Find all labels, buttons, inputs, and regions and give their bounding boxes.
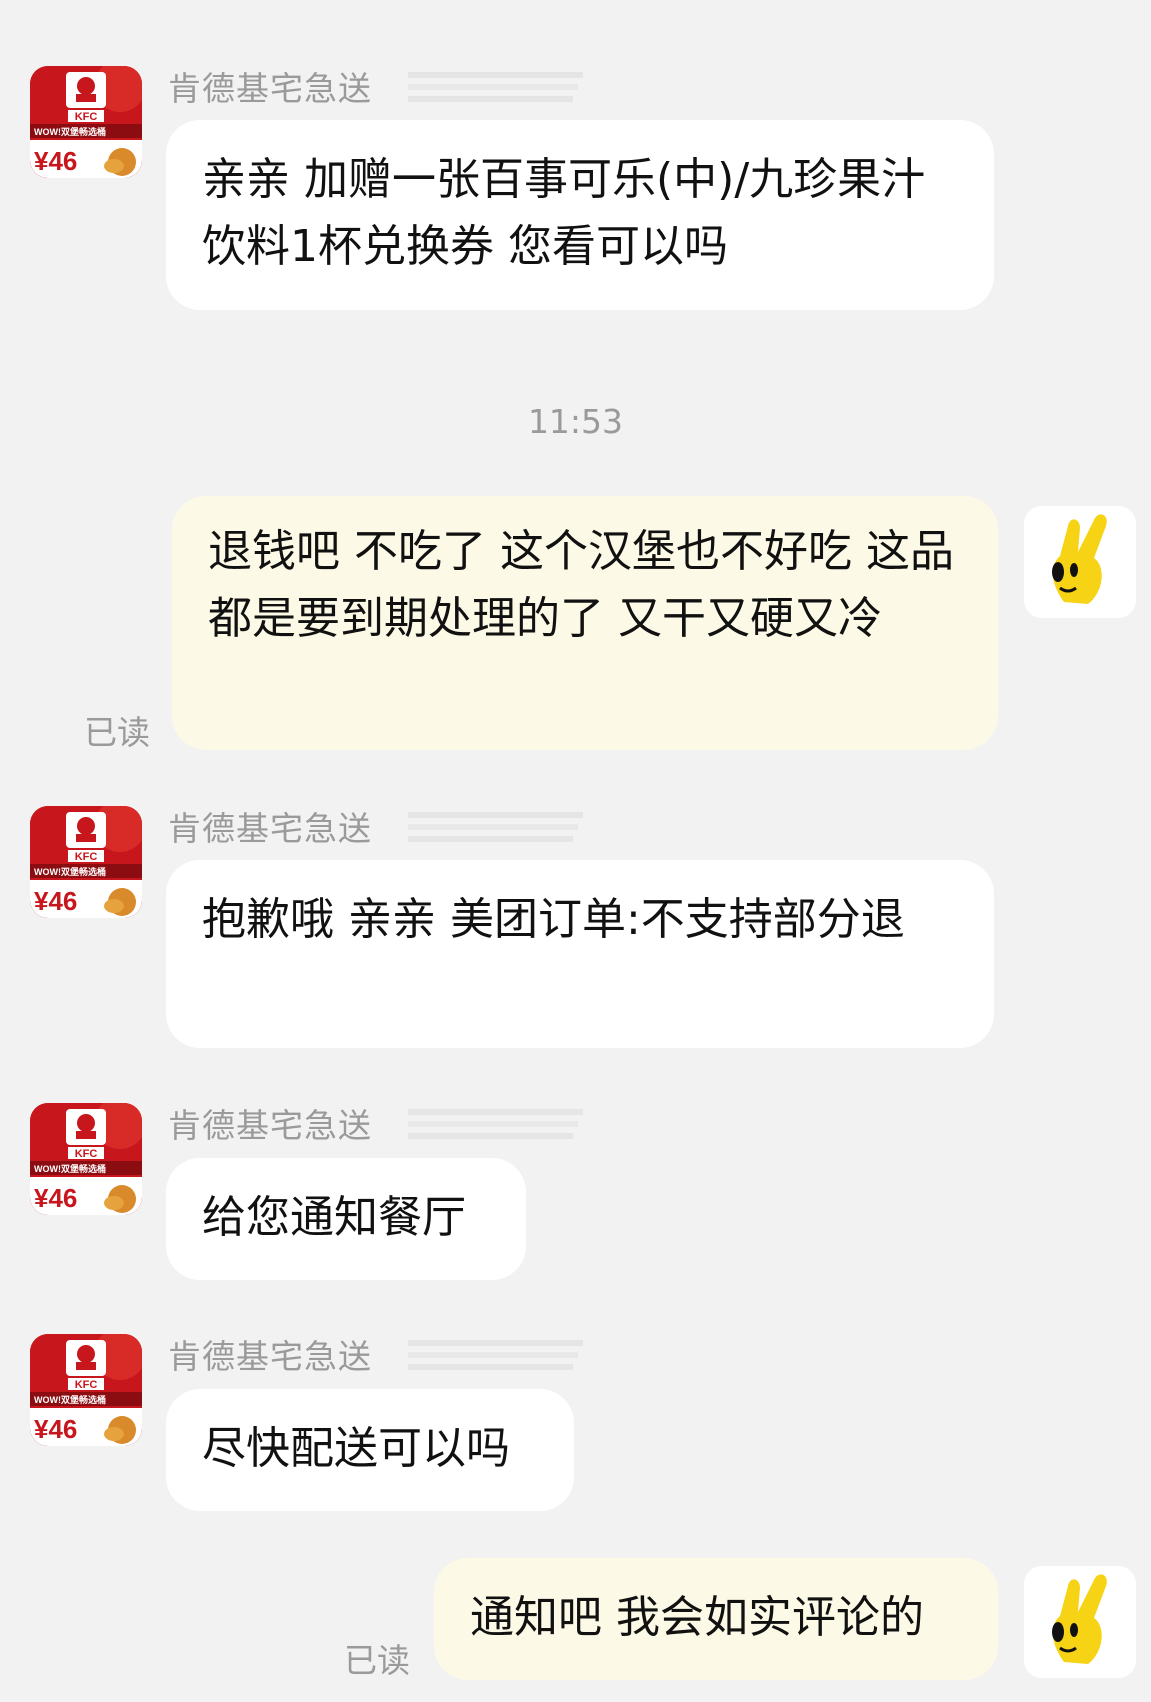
kfc-logo-icon: KFC WOW!双堡畅选桶 ¥46 — [30, 806, 142, 918]
svg-text:¥46: ¥46 — [34, 1414, 77, 1444]
shop-tag-icon — [408, 1109, 583, 1139]
kfc-logo-icon: KFC WOW!双堡畅选桶 ¥46 — [30, 1103, 142, 1215]
svg-text:WOW!双堡畅选桶: WOW!双堡畅选桶 — [34, 866, 106, 877]
svg-text:WOW!双堡畅选桶: WOW!双堡畅选桶 — [34, 1394, 106, 1405]
user-avatar[interactable] — [1024, 506, 1136, 618]
yellow-hand-victory-icon — [1024, 1566, 1136, 1678]
kfc-avatar[interactable]: KFC WOW!双堡畅选桶 ¥46 — [30, 66, 142, 178]
message-text: 亲亲 加赠一张百事可乐(中)/九珍果汁饮料1杯兑换券 您看可以吗 — [202, 154, 926, 272]
timestamp: 11:53 — [527, 402, 624, 441]
kfc-logo-icon: KFC WOW!双堡畅选桶 ¥46 — [30, 66, 142, 178]
message-bubble: 尽快配送可以吗 — [166, 1389, 574, 1511]
svg-text:KFC: KFC — [75, 1379, 98, 1391]
message-bubble-outgoing: 退钱吧 不吃了 这个汉堡也不好吃 这品都是要到期处理的了 又干又硬又冷 — [172, 496, 998, 750]
kfc-avatar[interactable]: KFC WOW!双堡畅选桶 ¥46 — [30, 1334, 142, 1446]
message-text: 尽快配送可以吗 — [202, 1423, 510, 1474]
message-text: 给您通知餐厅 — [202, 1192, 466, 1243]
message-bubble: 抱歉哦 亲亲 美团订单:不支持部分退 — [166, 860, 994, 1048]
message-bubble: 给您通知餐厅 — [166, 1158, 526, 1280]
svg-text:WOW!双堡畅选桶: WOW!双堡畅选桶 — [34, 126, 106, 137]
svg-text:KFC: KFC — [75, 1148, 98, 1160]
sender-name: 肯德基宅急送 — [168, 809, 372, 848]
svg-text:¥46: ¥46 — [34, 886, 77, 916]
message-bubble-outgoing: 通知吧 我会如实评论的 — [434, 1558, 998, 1680]
svg-text:WOW!双堡畅选桶: WOW!双堡畅选桶 — [34, 1163, 106, 1174]
svg-text:¥46: ¥46 — [34, 146, 77, 176]
user-avatar[interactable] — [1024, 1566, 1136, 1678]
message-text: 抱歉哦 亲亲 美团订单:不支持部分退 — [202, 894, 905, 945]
sender-name: 肯德基宅急送 — [168, 1106, 372, 1145]
yellow-hand-victory-icon — [1024, 506, 1136, 618]
kfc-logo-icon: KFC WOW!双堡畅选桶 ¥46 — [30, 1334, 142, 1446]
svg-text:KFC: KFC — [75, 111, 98, 123]
svg-text:¥46: ¥46 — [34, 1183, 77, 1213]
shop-tag-icon — [408, 1340, 583, 1370]
shop-tag-icon — [408, 72, 583, 102]
kfc-avatar[interactable]: KFC WOW!双堡畅选桶 ¥46 — [30, 806, 142, 918]
shop-tag-icon — [408, 812, 583, 842]
sender-name: 肯德基宅急送 — [168, 69, 372, 108]
read-receipt: 已读 — [344, 1641, 410, 1680]
svg-text:KFC: KFC — [75, 851, 98, 863]
kfc-avatar[interactable]: KFC WOW!双堡畅选桶 ¥46 — [30, 1103, 142, 1215]
message-bubble: 亲亲 加赠一张百事可乐(中)/九珍果汁饮料1杯兑换券 您看可以吗 — [166, 120, 994, 310]
sender-name: 肯德基宅急送 — [168, 1337, 372, 1376]
message-text: 通知吧 我会如实评论的 — [470, 1592, 924, 1643]
message-text: 退钱吧 不吃了 这个汉堡也不好吃 这品都是要到期处理的了 又干又硬又冷 — [208, 526, 954, 644]
read-receipt: 已读 — [84, 713, 150, 752]
